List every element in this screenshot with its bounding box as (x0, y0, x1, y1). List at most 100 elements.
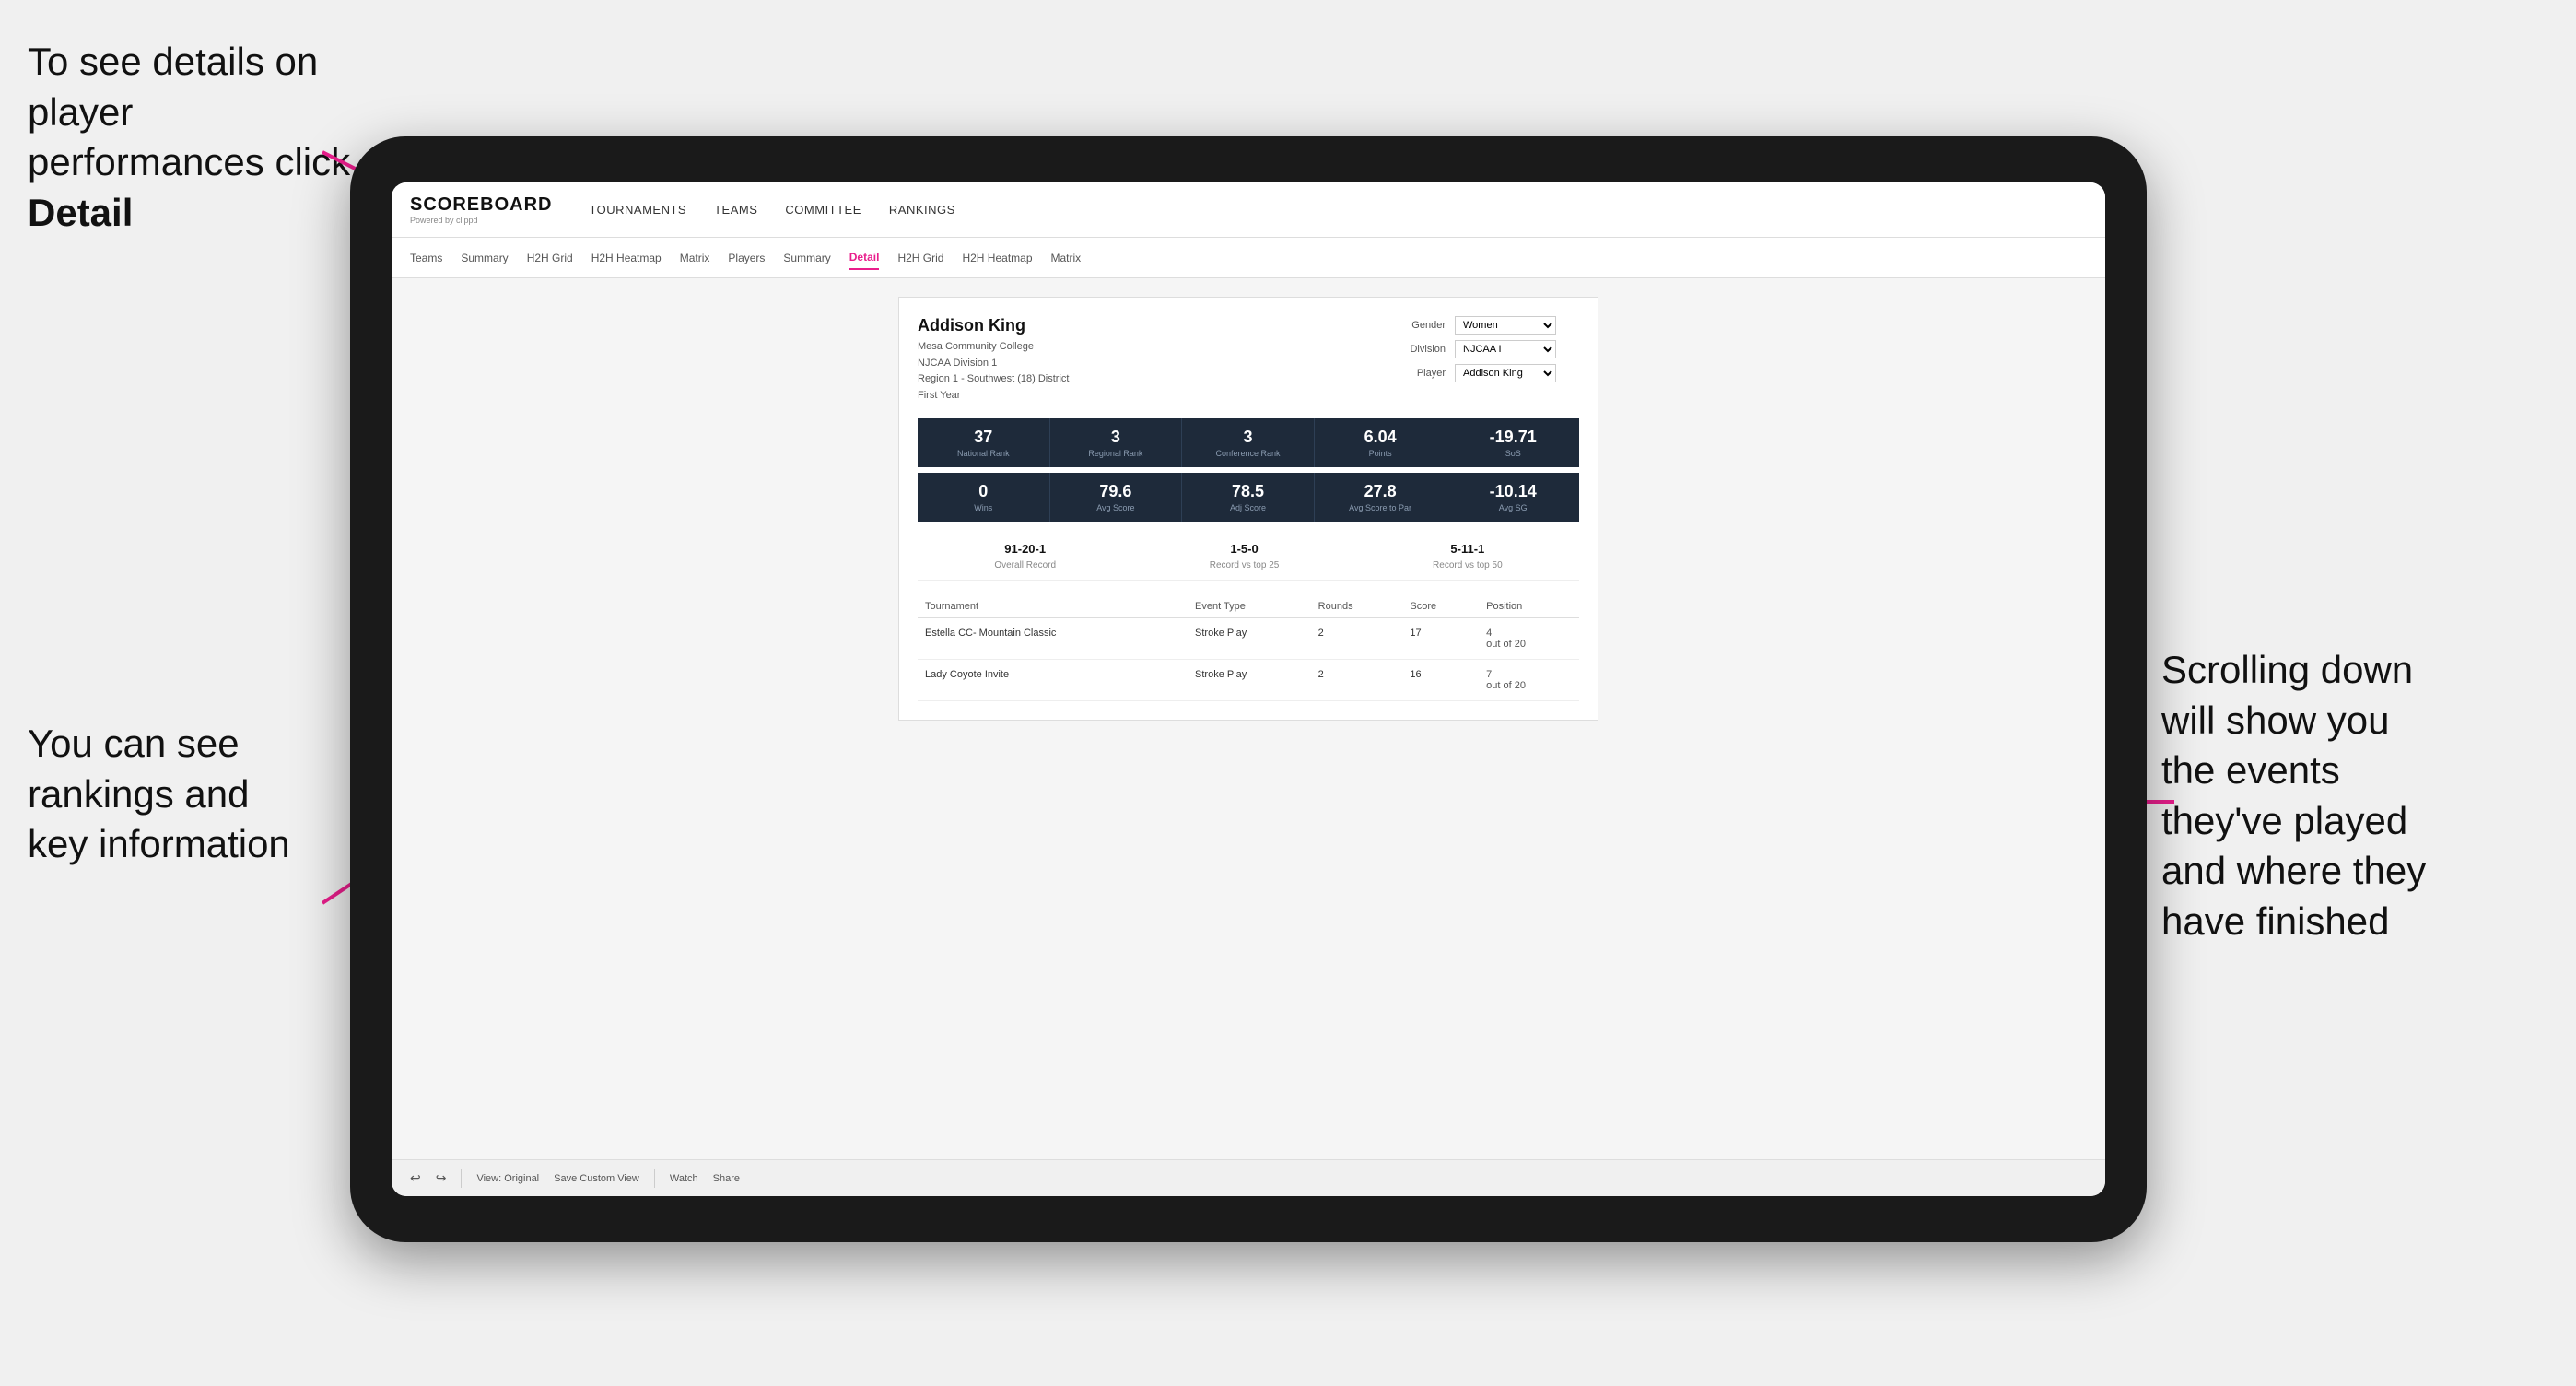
bottom-toolbar: ↩ ↪ View: Original Save Custom View Watc… (392, 1159, 2105, 1196)
position-2-value: 7 (1486, 669, 1492, 680)
col-position: Position (1479, 595, 1579, 618)
subnav-teams[interactable]: Teams (410, 247, 442, 269)
player-year: First Year (918, 388, 1069, 405)
toolbar-redo[interactable]: ↪ (436, 1170, 447, 1186)
subnav-summary[interactable]: Summary (461, 247, 508, 269)
top50-record: 5-11-1 Record vs top 50 (1433, 542, 1503, 572)
position-2: 7 out of 20 (1479, 660, 1579, 701)
logo-powered: Powered by clippd (410, 216, 552, 225)
tablet-screen: SCOREBOARD Powered by clippd TOURNAMENTS… (392, 182, 2105, 1196)
subnav-summary2[interactable]: Summary (783, 247, 830, 269)
stat-avg-score-label: Avg Score (1058, 503, 1175, 512)
player-region: Region 1 - Southwest (18) District (918, 371, 1069, 388)
score-2: 16 (1402, 660, 1479, 701)
position-1-value: 4 (1486, 628, 1492, 639)
nav-rankings[interactable]: RANKINGS (889, 198, 955, 221)
stat-wins: 0 Wins (918, 473, 1050, 522)
division-select[interactable]: NJCAA I (1455, 340, 1556, 358)
player-filters: Gender Women Division NJCAA I (1395, 316, 1579, 404)
event-type-1: Stroke Play (1188, 618, 1311, 660)
gender-select[interactable]: Women (1455, 316, 1556, 335)
content-area: Addison King Mesa Community College NJCA… (392, 278, 2105, 1159)
overall-record-value: 91-20-1 (994, 542, 1056, 556)
subnav-players[interactable]: Players (728, 247, 765, 269)
col-tournament: Tournament (918, 595, 1140, 618)
top-nav-items: TOURNAMENTS TEAMS COMMITTEE RANKINGS (589, 198, 954, 221)
event-type-2: Stroke Play (1188, 660, 1311, 701)
annotation-bottom-left: You can see rankings and key information (28, 719, 378, 870)
stats-row2: 0 Wins 79.6 Avg Score 78.5 Adj Score 2 (918, 473, 1579, 522)
top25-record-label: Record vs top 25 (1210, 560, 1280, 570)
gender-label: Gender (1395, 320, 1446, 331)
stat-regional-rank: 3 Regional Rank (1050, 418, 1183, 467)
stat-wins-value: 0 (925, 482, 1042, 501)
top25-record: 1-5-0 Record vs top 25 (1210, 542, 1280, 572)
player-select[interactable]: Addison King (1455, 364, 1556, 382)
subnav-detail[interactable]: Detail (849, 246, 880, 270)
stats-row1: 37 National Rank 3 Regional Rank 3 Confe… (918, 418, 1579, 467)
col-score: Score (1402, 595, 1479, 618)
view-original-label: View: Original (476, 1173, 539, 1184)
player-division: NJCAA Division 1 (918, 356, 1069, 372)
stat-conference-rank-value: 3 (1189, 428, 1306, 447)
stat-points-value: 6.04 (1322, 428, 1439, 447)
toolbar-view-original[interactable]: View: Original (476, 1173, 539, 1184)
tournament-name-2: Lady Coyote Invite (918, 660, 1188, 701)
position-1-sub: out of 20 (1486, 639, 1526, 650)
subnav-matrix[interactable]: Matrix (680, 247, 710, 269)
player-school: Mesa Community College (918, 339, 1069, 356)
stat-national-rank-value: 37 (925, 428, 1042, 447)
top-nav: SCOREBOARD Powered by clippd TOURNAMENTS… (392, 182, 2105, 238)
sub-nav: Teams Summary H2H Grid H2H Heatmap Matri… (392, 238, 2105, 278)
toolbar-save-custom[interactable]: Save Custom View (554, 1173, 639, 1184)
toolbar-watch[interactable]: Watch (670, 1173, 698, 1184)
subnav-matrix2[interactable]: Matrix (1051, 247, 1082, 269)
nav-committee[interactable]: COMMITTEE (785, 198, 861, 221)
annotation-bottom-line3: key information (28, 822, 290, 865)
nav-tournaments[interactable]: TOURNAMENTS (589, 198, 686, 221)
annotation-top-left-text: To see details on player performances cl… (28, 40, 350, 183)
stat-regional-rank-label: Regional Rank (1058, 449, 1175, 458)
share-label: Share (713, 1173, 740, 1184)
annotation-right-line3: the events (2161, 748, 2340, 792)
rounds-2: 2 (1311, 660, 1403, 701)
annotation-top-left: To see details on player performances cl… (28, 37, 378, 238)
stat-adj-score-value: 78.5 (1189, 482, 1306, 501)
annotation-bottom-line1: You can see (28, 722, 240, 765)
subnav-h2h-heatmap2[interactable]: H2H Heatmap (962, 247, 1032, 269)
player-name: Addison King (918, 316, 1069, 335)
overall-record: 91-20-1 Overall Record (994, 542, 1056, 572)
stat-sos: -19.71 SoS (1446, 418, 1579, 467)
col-rounds: Rounds (1311, 595, 1403, 618)
toolbar-share[interactable]: Share (713, 1173, 740, 1184)
stat-sos-label: SoS (1454, 449, 1572, 458)
stat-conference-rank: 3 Conference Rank (1182, 418, 1315, 467)
nav-teams[interactable]: TEAMS (714, 198, 757, 221)
top50-record-value: 5-11-1 (1433, 542, 1503, 556)
player-header: Addison King Mesa Community College NJCA… (918, 316, 1579, 404)
subnav-h2h-grid2[interactable]: H2H Grid (897, 247, 943, 269)
subnav-h2h-heatmap[interactable]: H2H Heatmap (591, 247, 662, 269)
annotation-detail-bold: Detail (28, 191, 133, 234)
gender-filter-row: Gender Women (1395, 316, 1579, 335)
annotation-right-line5: and where they (2161, 849, 2426, 892)
tablet-frame: SCOREBOARD Powered by clippd TOURNAMENTS… (350, 136, 2147, 1242)
main-content: Addison King Mesa Community College NJCA… (392, 278, 2105, 1159)
stat-points-label: Points (1322, 449, 1439, 458)
watch-label: Watch (670, 1173, 698, 1184)
stat-avg-score-to-par: 27.8 Avg Score to Par (1315, 473, 1447, 522)
stat-adj-score: 78.5 Adj Score (1182, 473, 1315, 522)
toolbar-undo[interactable]: ↩ (410, 1170, 421, 1186)
stat-avg-score: 79.6 Avg Score (1050, 473, 1183, 522)
position-1: 4 out of 20 (1479, 618, 1579, 660)
logo-area: SCOREBOARD Powered by clippd (410, 194, 552, 225)
stat-wins-label: Wins (925, 503, 1042, 512)
stat-avg-sg: -10.14 Avg SG (1446, 473, 1579, 522)
save-custom-label: Save Custom View (554, 1173, 639, 1184)
stat-avg-score-to-par-label: Avg Score to Par (1322, 503, 1439, 512)
stat-avg-score-to-par-value: 27.8 (1322, 482, 1439, 501)
division-filter-row: Division NJCAA I (1395, 340, 1579, 358)
top25-record-value: 1-5-0 (1210, 542, 1280, 556)
logo-scoreboard: SCOREBOARD (410, 194, 552, 215)
subnav-h2h-grid[interactable]: H2H Grid (527, 247, 573, 269)
